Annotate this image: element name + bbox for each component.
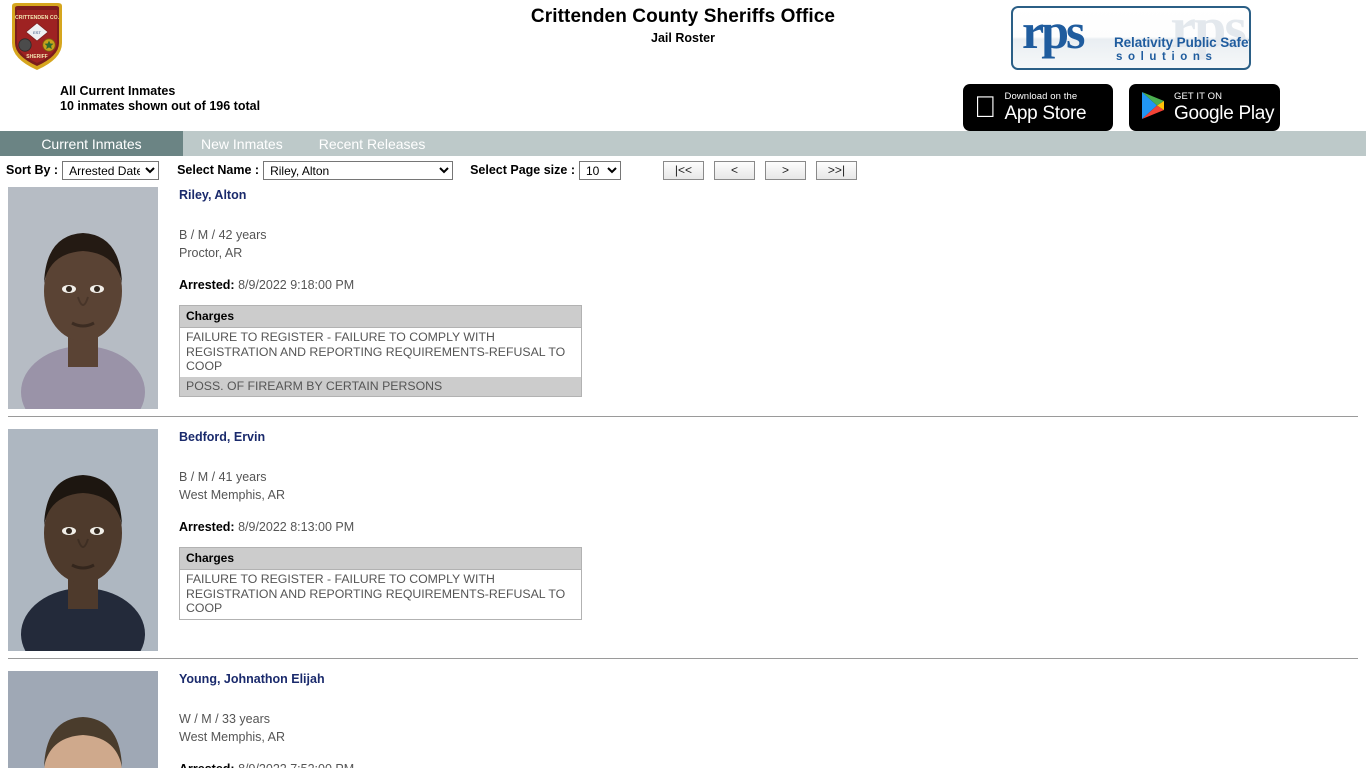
app-store-small-label: Download on the bbox=[982, 91, 1078, 102]
rps-tagline-line2: solutions bbox=[1116, 51, 1218, 63]
inmate-mugshot[interactable] bbox=[8, 671, 158, 768]
charges-header: Charges bbox=[179, 305, 582, 328]
pagination-controls: |<< < > >>| bbox=[663, 160, 857, 180]
charge-description: FAILURE TO REGISTER - FAILURE TO COMPLY … bbox=[179, 327, 582, 377]
arrested-label: Arrested: bbox=[179, 278, 235, 292]
inmate-separator bbox=[8, 658, 1358, 659]
roster-controls: Sort By : Arrested Date Select Name : Ri… bbox=[0, 156, 1366, 181]
svg-text:CRITTENDEN CO.: CRITTENDEN CO. bbox=[15, 15, 60, 21]
last-page-button[interactable]: >>| bbox=[816, 160, 857, 180]
roster-summary-line2: 10 inmates shown out of 196 total bbox=[60, 99, 261, 113]
svg-text:SHERIFF: SHERIFF bbox=[26, 54, 47, 60]
inmate-race-sex-age: W / M / 33 years bbox=[179, 712, 270, 726]
charges-table: Charges FAILURE TO REGISTER - FAILURE TO… bbox=[179, 305, 582, 397]
inmate-details: Riley, Alton B / M / 42 years Proctor, A… bbox=[179, 181, 1366, 409]
inmate-demographics: W / M / 33 years West Memphis, AR bbox=[179, 710, 1366, 746]
inmate-race-sex-age: B / M / 42 years bbox=[179, 228, 267, 242]
inmate-roster-list: Riley, Alton B / M / 42 years Proctor, A… bbox=[0, 181, 1366, 768]
arrested-value: 8/9/2022 9:18:00 PM bbox=[238, 278, 355, 292]
arrested-label: Arrested: bbox=[179, 762, 235, 768]
page-size-label: Select Page size : bbox=[470, 163, 575, 177]
arrested-value: 8/9/2022 7:52:00 PM bbox=[238, 762, 354, 768]
tab-current-inmates[interactable]: Current Inmates bbox=[0, 131, 183, 156]
apple-icon:  bbox=[974, 92, 997, 123]
roster-summary-line1: All Current Inmates bbox=[60, 84, 176, 98]
google-play-icon bbox=[1140, 91, 1166, 125]
rps-logo[interactable]: rps rps Relativity Public Safety solutio… bbox=[1011, 6, 1251, 70]
rps-wordmark: rps bbox=[1022, 6, 1085, 59]
page-header: CRITTENDEN CO. EST SHERIFF Crittenden Co… bbox=[0, 0, 1366, 131]
inmate-name-link[interactable]: Bedford, Ervin bbox=[179, 430, 265, 444]
arrested-label: Arrested: bbox=[179, 520, 235, 534]
tab-bar: Current Inmates New Inmates Recent Relea… bbox=[0, 131, 1366, 156]
inmate-record: Bedford, Ervin B / M / 41 years West Mem… bbox=[0, 423, 1366, 651]
inmate-record: Young, Johnathon Elijah W / M / 33 years… bbox=[0, 665, 1366, 768]
inmate-demographics: B / M / 42 years Proctor, AR bbox=[179, 226, 1366, 262]
inmate-details: Young, Johnathon Elijah W / M / 33 years… bbox=[179, 665, 1366, 768]
inmate-mugshot[interactable] bbox=[8, 187, 158, 409]
charge-description: FAILURE TO REGISTER - FAILURE TO COMPLY … bbox=[179, 569, 582, 619]
inmate-arrested: Arrested: 8/9/2022 7:52:00 PM bbox=[179, 762, 1366, 768]
rps-tagline-line1: Relativity Public Safety bbox=[1114, 35, 1251, 50]
inmate-arrested: Arrested: 8/9/2022 9:18:00 PM bbox=[179, 278, 1366, 292]
inmate-mugshot[interactable] bbox=[8, 429, 158, 651]
inmate-city: Proctor, AR bbox=[179, 246, 243, 260]
charges-header: Charges bbox=[179, 547, 582, 570]
prev-page-button[interactable]: < bbox=[714, 160, 755, 180]
charge-row: POSS. OF FIREARM BY CERTAIN PERSONS bbox=[179, 376, 582, 397]
app-store-button[interactable]:  Download on the App Store bbox=[963, 84, 1113, 131]
sheriff-badge-icon: CRITTENDEN CO. EST SHERIFF bbox=[8, 1, 66, 73]
google-play-button[interactable]: GET IT ON Google Play bbox=[1129, 84, 1280, 131]
select-name-label: Select Name : bbox=[177, 163, 260, 177]
sort-by-label: Sort By : bbox=[6, 163, 59, 177]
google-play-small-label: GET IT ON bbox=[1174, 91, 1223, 102]
inmate-name-link[interactable]: Young, Johnathon Elijah bbox=[179, 672, 325, 686]
inmate-city: West Memphis, AR bbox=[179, 488, 286, 502]
app-store-big-label: App Store bbox=[982, 103, 1087, 124]
sort-by-select[interactable]: Arrested Date bbox=[62, 160, 160, 180]
next-page-button[interactable]: > bbox=[765, 160, 806, 180]
first-page-button[interactable]: |<< bbox=[663, 160, 704, 180]
inmate-demographics: B / M / 41 years West Memphis, AR bbox=[179, 468, 1366, 504]
arrested-value: 8/9/2022 8:13:00 PM bbox=[238, 520, 355, 534]
charge-description: POSS. OF FIREARM BY CERTAIN PERSONS bbox=[179, 376, 582, 397]
inmate-details: Bedford, Ervin B / M / 41 years West Mem… bbox=[179, 423, 1366, 651]
inmate-race-sex-age: B / M / 41 years bbox=[179, 470, 267, 484]
svg-text:EST: EST bbox=[33, 30, 41, 35]
charge-row: FAILURE TO REGISTER - FAILURE TO COMPLY … bbox=[179, 327, 582, 377]
inmate-name-link[interactable]: Riley, Alton bbox=[179, 188, 246, 202]
page-size-select[interactable]: 102550 bbox=[579, 160, 621, 180]
roster-summary: All Current Inmates 10 inmates shown out… bbox=[60, 84, 260, 114]
google-play-big-label: Google Play bbox=[1174, 103, 1275, 124]
inmate-record: Riley, Alton B / M / 42 years Proctor, A… bbox=[0, 181, 1366, 409]
tab-new-inmates[interactable]: New Inmates bbox=[183, 131, 301, 156]
tab-recent-releases[interactable]: Recent Releases bbox=[301, 131, 444, 156]
charges-table: Charges FAILURE TO REGISTER - FAILURE TO… bbox=[179, 547, 582, 620]
inmate-city: West Memphis, AR bbox=[179, 730, 286, 744]
charge-row: FAILURE TO REGISTER - FAILURE TO COMPLY … bbox=[179, 569, 582, 619]
inmate-arrested: Arrested: 8/9/2022 8:13:00 PM bbox=[179, 520, 1366, 534]
select-name-select[interactable]: Riley, AltonBedford, ErvinYoung, Johnath… bbox=[263, 160, 454, 180]
inmate-separator bbox=[8, 416, 1358, 417]
